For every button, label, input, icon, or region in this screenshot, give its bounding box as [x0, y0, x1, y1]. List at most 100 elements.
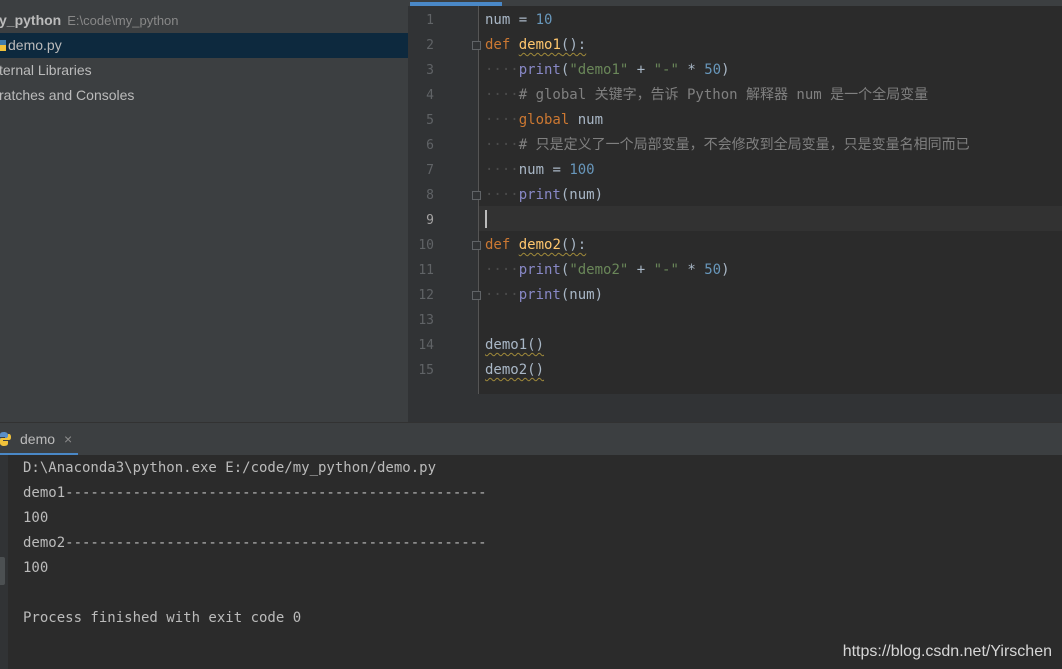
code-token: (num) — [560, 287, 604, 303]
python-run-icon — [0, 432, 11, 446]
code-token: + — [628, 62, 654, 78]
code-line-15: demo2() — [485, 358, 544, 383]
line-number: 9 — [426, 213, 434, 228]
code-token: = — [544, 162, 570, 178]
console-scroll-marker[interactable] — [0, 557, 5, 585]
gutter-divider — [478, 6, 479, 394]
close-icon[interactable]: × — [64, 423, 72, 455]
code-token: 10 — [535, 12, 553, 28]
line-number: 13 — [418, 313, 434, 328]
line-number: 5 — [426, 113, 434, 128]
console-output-line: 100 — [23, 510, 49, 526]
code-token: "demo1" — [569, 62, 629, 78]
line-number: 3 — [426, 63, 434, 78]
line-number: 15 — [418, 363, 434, 378]
code-token: (): — [560, 237, 587, 253]
code-token: 50 — [704, 62, 722, 78]
code-token: ) — [721, 62, 730, 78]
code-token: global — [518, 112, 570, 128]
line-number: 4 — [426, 88, 434, 103]
editor-tab-strip — [408, 0, 1062, 6]
code-line-6: ····# 只是定义了一个局部变量，不会修改到全局变量，只是变量名相同而已 — [485, 137, 970, 153]
line-number: 11 — [418, 263, 434, 278]
code-token: (): — [560, 37, 587, 53]
code-line-8: ····print(num) — [485, 187, 604, 203]
code-token: () — [527, 337, 545, 353]
run-panel-header: demo × — [0, 422, 1062, 456]
code-line-10: def demo2(): — [485, 233, 586, 258]
project-root[interactable]: y_python E:\code\my_python — [0, 8, 179, 33]
code-token: "-" — [653, 62, 679, 78]
code-token: = — [510, 12, 536, 28]
code-comment: # global 关键字，告诉 Python 解释器 num 是一个全局变量 — [518, 87, 929, 103]
console-output-line: demo1-----------------------------------… — [23, 485, 487, 501]
code-token: "demo2" — [569, 262, 629, 278]
line-number: 12 — [418, 288, 434, 303]
line-number: 7 — [426, 163, 434, 178]
fold-marker-icon[interactable] — [472, 41, 481, 50]
code-token: 50 — [704, 262, 722, 278]
code-token: print — [518, 287, 561, 303]
code-token: ) — [721, 262, 730, 278]
console-output-line: 100 — [23, 560, 49, 576]
code-token: demo1 — [518, 37, 561, 53]
code-token: demo1 — [485, 337, 528, 353]
line-number: 14 — [418, 338, 434, 353]
project-root-path: E:\code\my_python — [67, 13, 179, 28]
line-number: 2 — [426, 38, 434, 53]
code-token: num — [569, 112, 604, 128]
code-token: "-" — [653, 262, 679, 278]
tree-item-label: ternal Libraries — [0, 62, 92, 78]
code-token: num — [485, 12, 511, 28]
line-number: 6 — [426, 138, 434, 153]
code-token: + — [628, 262, 654, 278]
tree-item-demo-py[interactable]: demo.py — [0, 33, 408, 58]
code-editor[interactable]: 1 2 3 4 5 6 7 8 9 10 11 12 13 14 15 num … — [408, 0, 1062, 422]
code-token: demo2 — [485, 362, 528, 378]
line-number: 1 — [426, 13, 434, 28]
tree-item-external-libraries[interactable]: ternal Libraries — [0, 58, 92, 83]
fold-marker-icon[interactable] — [472, 191, 481, 200]
code-line-1: num = 10 — [485, 8, 552, 33]
line-number: 10 — [418, 238, 434, 253]
python-file-icon — [0, 40, 6, 51]
code-token: print — [518, 187, 561, 203]
code-line-11: ····print("demo2" + "-" * 50) — [485, 262, 730, 278]
code-token: () — [527, 362, 545, 378]
console-output-line: D:\Anaconda3\python.exe E:/code/my_pytho… — [23, 460, 437, 476]
console-output-line: Process finished with exit code 0 — [23, 610, 302, 626]
code-line-5: ····global num — [485, 112, 604, 128]
editor-bottom-bar — [408, 394, 1062, 422]
code-token: def — [485, 37, 511, 53]
text-caret — [485, 210, 487, 228]
tree-item-scratches[interactable]: ratches and Consoles — [0, 83, 134, 108]
project-root-name: y_python — [0, 12, 62, 28]
code-line-4: ····# global 关键字，告诉 Python 解释器 num 是一个全局… — [485, 87, 929, 103]
watermark: https://blog.csdn.net/Yirschen — [842, 643, 1052, 660]
code-token: * — [678, 62, 705, 78]
line-number: 8 — [426, 188, 434, 203]
code-token: num — [518, 162, 545, 178]
current-line-highlight — [479, 206, 1062, 231]
code-line-3: ····print("demo1" + "-" * 50) — [485, 62, 730, 78]
console-output-line: demo2-----------------------------------… — [23, 535, 487, 551]
tree-item-label: demo.py — [8, 37, 62, 53]
fold-marker-icon[interactable] — [472, 241, 481, 250]
code-line-12: ····print(num) — [485, 287, 604, 303]
code-token: def — [485, 237, 511, 253]
code-token: * — [678, 262, 705, 278]
code-token: print — [518, 62, 561, 78]
code-token: (num) — [560, 187, 604, 203]
code-token: demo2 — [518, 237, 561, 253]
code-comment: # 只是定义了一个局部变量，不会修改到全局变量，只是变量名相同而已 — [518, 137, 970, 153]
code-token: 100 — [569, 162, 595, 178]
code-line-14: demo1() — [485, 333, 544, 358]
run-console[interactable]: D:\Anaconda3\python.exe E:/code/my_pytho… — [0, 455, 1062, 669]
fold-marker-icon[interactable] — [472, 291, 481, 300]
project-tree: y_python E:\code\my_python demo.py ternal… — [0, 0, 408, 422]
tree-item-label: ratches and Consoles — [0, 87, 135, 103]
run-tab-label: demo — [20, 431, 56, 447]
code-line-2: def demo1(): — [485, 33, 586, 58]
code-token: print — [518, 262, 561, 278]
code-line-7: ····num = 100 — [485, 162, 595, 178]
